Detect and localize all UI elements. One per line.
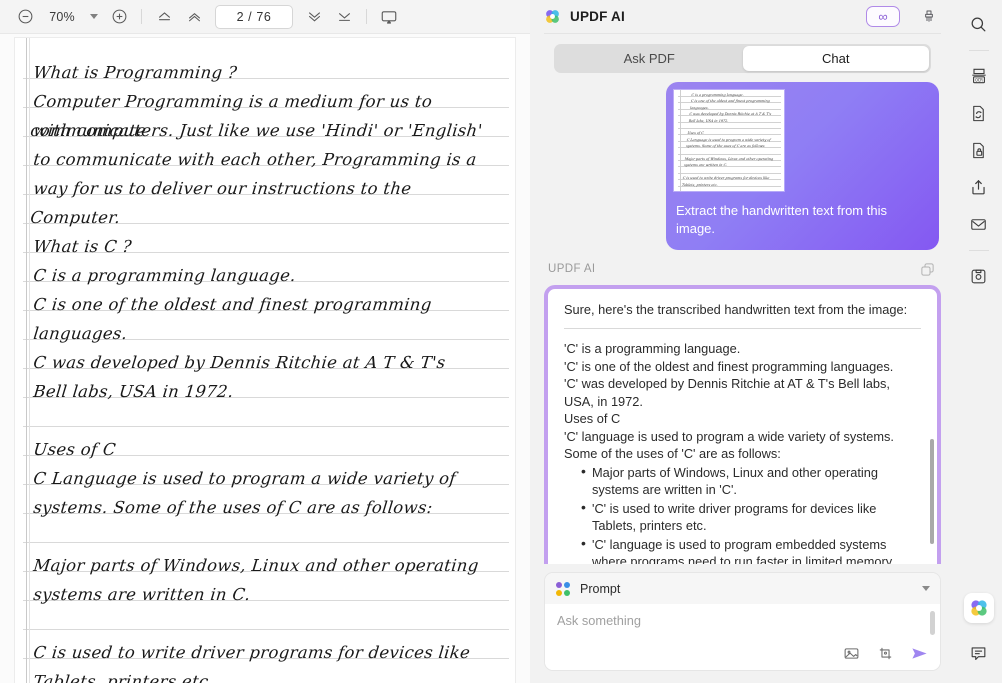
handwritten-line: to communicate with each other, Programm… bbox=[32, 145, 503, 174]
updf-ai-launcher-logo-icon[interactable] bbox=[964, 593, 994, 623]
copy-icon[interactable] bbox=[917, 259, 937, 279]
four-dot-prompt-icon bbox=[556, 582, 570, 596]
tab-chat[interactable]: Chat bbox=[743, 46, 930, 71]
handwritten-line: systems. Some of the uses of C are as fo… bbox=[32, 493, 503, 522]
zoom-dropdown-icon[interactable] bbox=[84, 5, 104, 29]
send-arrow-icon[interactable] bbox=[910, 644, 929, 663]
assistant-response-content: Sure, here's the transcribed handwritten… bbox=[548, 289, 937, 564]
assistant-bullet-item: Major parts of Windows, Linux and other … bbox=[581, 464, 921, 499]
assistant-paragraph: 'C' is a programming language. bbox=[564, 340, 921, 358]
thumbnail-handwriting: C is a programming language. C is one of… bbox=[674, 92, 784, 191]
screenshot-crop-icon[interactable] bbox=[876, 644, 895, 663]
handwritten-line: with computers. Just like we use 'Hindi'… bbox=[32, 116, 503, 145]
assistant-name-label: UPDF AI bbox=[548, 263, 596, 275]
rail-divider bbox=[969, 50, 989, 51]
toolbar-divider-2 bbox=[366, 9, 367, 24]
handwritten-line: Tablets, printers etc. bbox=[32, 667, 503, 683]
assistant-response-card[interactable]: Sure, here's the transcribed handwritten… bbox=[544, 285, 941, 564]
comment-bubble-icon[interactable] bbox=[963, 637, 995, 669]
handwritten-line: Uses of C bbox=[32, 435, 503, 464]
handwritten-line: What is C ? bbox=[32, 232, 503, 261]
notebook-margin-line bbox=[26, 38, 27, 683]
handwritten-line: C Language is used to program a wide var… bbox=[32, 464, 503, 493]
assistant-bullet-list: Major parts of Windows, Linux and other … bbox=[564, 464, 921, 565]
assistant-bullet-item: 'C' is used to write driver programs for… bbox=[581, 500, 921, 535]
handwritten-line: C was developed by Dennis Ritchie at A T… bbox=[32, 348, 503, 377]
composer-actions bbox=[842, 644, 929, 663]
handwritten-line: languages. bbox=[32, 319, 503, 348]
assistant-divider bbox=[564, 328, 921, 329]
assistant-paragraph: Uses of C bbox=[564, 410, 921, 428]
ai-tabs: Ask PDF Chat bbox=[554, 44, 931, 73]
handwritten-line: C is one of the oldest and finest progra… bbox=[32, 290, 503, 319]
assistant-card-scrollbar[interactable] bbox=[930, 439, 934, 544]
save-disk-icon[interactable] bbox=[963, 260, 995, 292]
handwritten-line: C is a programming language. bbox=[32, 261, 503, 290]
ai-panel-header: UPDF AI ∞ bbox=[530, 0, 955, 33]
search-icon[interactable] bbox=[963, 8, 995, 40]
updf-ai-panel: UPDF AI ∞ Ask PDF Chat bbox=[530, 0, 955, 683]
rail-divider-2 bbox=[969, 250, 989, 251]
notebook-rule bbox=[23, 629, 509, 630]
zoom-out-button[interactable] bbox=[10, 4, 40, 30]
input-scrollbar[interactable] bbox=[930, 611, 935, 635]
handwritten-line: Major parts of Windows, Linux and other … bbox=[32, 551, 503, 580]
insert-image-icon[interactable] bbox=[842, 644, 861, 663]
assistant-paragraph: 'C' is one of the oldest and finest prog… bbox=[564, 358, 921, 376]
user-message-bubble[interactable]: C is a programming language. C is one of… bbox=[666, 82, 939, 250]
assistant-intro-text: Sure, here's the transcribed handwritten… bbox=[564, 301, 921, 319]
pdf-page: What is Programming ?Computer Programmin… bbox=[15, 38, 515, 683]
assistant-bullet-item: 'C' language is used to program embedded… bbox=[581, 536, 921, 565]
thumbnail-margin-line bbox=[680, 90, 681, 191]
pdf-viewer-pane: 70% 2 / 76 bbox=[0, 0, 530, 683]
ask-input-placeholder: Ask something bbox=[557, 613, 928, 628]
previous-page-button[interactable] bbox=[179, 4, 209, 30]
chevron-down-icon[interactable] bbox=[922, 586, 930, 591]
right-tool-rail: OCR bbox=[955, 0, 1002, 683]
zoom-level-value[interactable]: 70% bbox=[40, 10, 84, 24]
pdf-page-scroll-area[interactable]: What is Programming ?Computer Programmin… bbox=[0, 34, 530, 683]
pdf-toolbar: 70% 2 / 76 bbox=[0, 0, 530, 34]
first-page-button[interactable] bbox=[149, 4, 179, 30]
handwritten-line: way for us to deliver our instructions t… bbox=[29, 174, 503, 232]
assistant-label-row: UPDF AI bbox=[544, 250, 941, 285]
user-message-row: C is a programming language. C is one of… bbox=[544, 82, 941, 250]
handwritten-line: systems are written in C. bbox=[32, 580, 503, 609]
prompt-label: Prompt bbox=[580, 582, 620, 596]
assistant-paragraph: 'C' was developed by Dennis Ritchie at A… bbox=[564, 375, 921, 410]
handwritten-note-thumbnail[interactable]: C is a programming language. C is one of… bbox=[674, 90, 784, 191]
conversation-area[interactable]: C is a programming language. C is one of… bbox=[530, 82, 955, 564]
svg-text:OCR: OCR bbox=[975, 77, 983, 82]
presentation-mode-button[interactable] bbox=[374, 4, 404, 30]
handwritten-line: C is used to write driver programs for d… bbox=[32, 638, 503, 667]
share-export-icon[interactable] bbox=[963, 171, 995, 203]
protect-document-icon[interactable] bbox=[963, 134, 995, 166]
handwritten-line: Bell labs, USA in 1972. bbox=[32, 377, 503, 406]
zoom-in-button[interactable] bbox=[104, 4, 134, 30]
ai-tabs-container: Ask PDF Chat bbox=[530, 34, 955, 82]
convert-document-icon[interactable] bbox=[963, 97, 995, 129]
updf-flower-logo-icon bbox=[544, 8, 561, 25]
page-number-input[interactable]: 2 / 76 bbox=[215, 5, 293, 29]
app-window: 70% 2 / 76 bbox=[0, 0, 1002, 683]
ask-input-area[interactable]: Ask something bbox=[545, 604, 940, 670]
assistant-paragraph: 'C' language is used to program a wide v… bbox=[564, 428, 921, 463]
ai-panel-title: UPDF AI bbox=[570, 9, 625, 24]
toolbar-divider bbox=[141, 9, 142, 24]
user-message-text: Extract the handwritten text from this i… bbox=[674, 191, 931, 250]
next-page-button[interactable] bbox=[299, 4, 329, 30]
notebook-rule bbox=[23, 542, 509, 543]
assistant-paragraphs: 'C' is a programming language.'C' is one… bbox=[564, 340, 921, 463]
prompt-selector-bar[interactable]: Prompt bbox=[545, 573, 940, 604]
unlimited-infinity-badge[interactable]: ∞ bbox=[866, 6, 900, 27]
ocr-icon[interactable]: OCR bbox=[963, 60, 995, 92]
composer: Prompt Ask something bbox=[544, 572, 941, 671]
notebook-rule bbox=[23, 426, 509, 427]
last-page-button[interactable] bbox=[329, 4, 359, 30]
composer-container: Prompt Ask something bbox=[530, 564, 955, 683]
handwritten-line: What is Programming ? bbox=[32, 58, 503, 87]
tab-ask-pdf[interactable]: Ask PDF bbox=[556, 46, 743, 71]
clear-chat-brush-icon[interactable] bbox=[917, 5, 941, 29]
email-envelope-icon[interactable] bbox=[963, 208, 995, 240]
